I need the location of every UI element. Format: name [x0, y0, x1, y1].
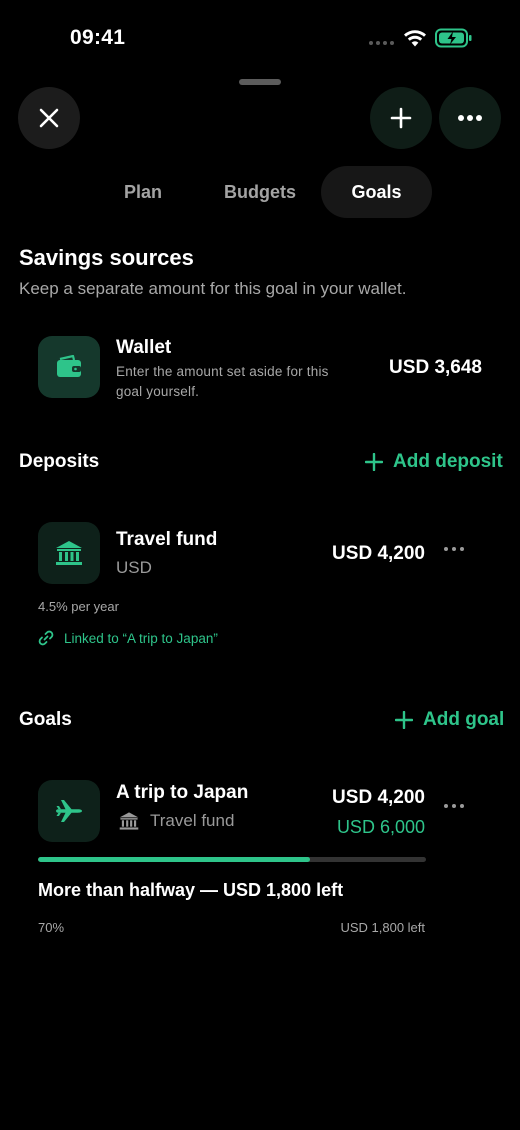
goal-title: A trip to Japan [116, 782, 249, 803]
wallet-title: Wallet [116, 337, 172, 358]
status-bar: 09:41 [0, 0, 520, 76]
goal-more-button[interactable] [444, 801, 468, 811]
deposit-rate: 4.5% per year [38, 599, 119, 614]
bank-icon [119, 812, 139, 830]
goal-target: USD 6,000 [336, 817, 425, 837]
goal-source: Travel fund [118, 811, 234, 831]
plus-icon [365, 453, 383, 471]
more-options-button[interactable] [439, 87, 501, 149]
deposit-more-button[interactable] [444, 544, 468, 554]
deposit-title: Travel fund [116, 529, 218, 550]
more-dot [460, 547, 464, 551]
savings-sources-title: Savings sources [19, 245, 194, 270]
more-dot [460, 804, 464, 808]
battery-charging-icon [435, 28, 472, 48]
goal-tile [38, 780, 100, 842]
plus-icon [395, 711, 413, 729]
deposit-amount: USD 4,200 [332, 543, 425, 564]
goal-amount: USD 4,200 [332, 787, 425, 808]
deposits-title: Deposits [19, 451, 100, 472]
goals-title: Goals [19, 709, 72, 730]
wallet-description: Enter the amount set aside for this goal… [116, 364, 329, 399]
tab-plan[interactable]: Plan [110, 166, 176, 218]
goal-source-label: Travel fund [150, 811, 235, 830]
deposit-tile [38, 522, 100, 584]
deposit-currency: USD [116, 558, 152, 577]
status-time: 09:41 [70, 26, 126, 49]
sheet-grabber[interactable] [239, 79, 281, 85]
more-dot [444, 547, 448, 551]
close-button[interactable] [18, 87, 80, 149]
add-deposit-button[interactable]: Add deposit [365, 451, 503, 473]
more-horizontal-icon [458, 115, 482, 121]
link-icon [38, 630, 54, 646]
wallet-amount[interactable]: USD 3,648 [389, 357, 482, 379]
goal-progress-fill [38, 857, 310, 862]
goal-percent: 70% [38, 920, 65, 935]
deposit-linked-goal[interactable]: Linked to “A trip to Japan” [38, 630, 218, 646]
wifi-icon [404, 30, 426, 47]
add-goal-label: Add goal [423, 709, 505, 730]
more-dot [452, 547, 456, 551]
goal-status: More than halfway — USD 1,800 left [38, 880, 344, 900]
airplane-icon [56, 800, 82, 822]
cellular-signal-icon [369, 41, 394, 45]
wallet-icon [57, 355, 81, 377]
segmented-tabs: Plan Budgets Goals [0, 166, 520, 218]
bank-icon [56, 541, 82, 565]
tab-goals[interactable]: Goals [321, 166, 432, 218]
more-dot [444, 804, 448, 808]
more-dot [452, 804, 456, 808]
goal-progress-bar [38, 857, 426, 862]
goal-left: USD 1,800 left [340, 920, 425, 935]
close-icon [39, 108, 59, 128]
add-deposit-label: Add deposit [393, 451, 503, 472]
add-button[interactable] [370, 87, 432, 149]
plus-icon [390, 107, 412, 129]
add-goal-button[interactable]: Add goal [395, 709, 504, 731]
tab-budgets[interactable]: Budgets [212, 166, 308, 218]
linked-goal-label: Linked to “A trip to Japan” [64, 630, 218, 646]
savings-sources-subtitle: Keep a separate amount for this goal in … [19, 279, 407, 298]
wallet-tile [38, 336, 100, 398]
